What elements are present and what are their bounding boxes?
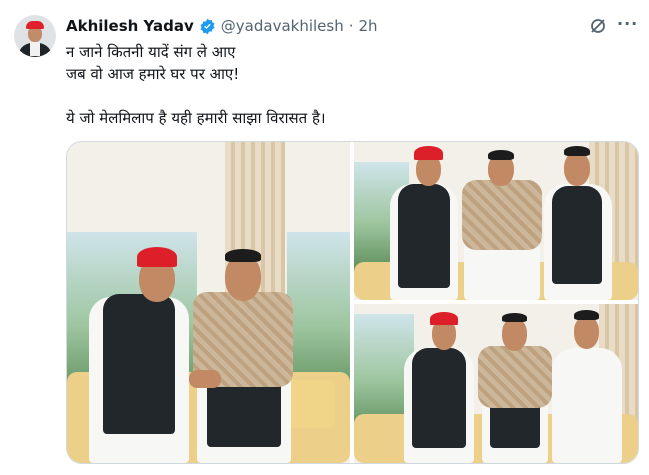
author-name[interactable]: Akhilesh Yadav (66, 17, 194, 35)
tweet-text-line-2: जब वो आज हमारे घर पर आए! (66, 65, 240, 83)
handshake (189, 370, 221, 388)
verified-badge-icon (199, 18, 216, 35)
photo-3[interactable] (354, 304, 638, 463)
tweet-text-line-3: ये जो मेलमिलाप है यही हमारी साझा विरासत … (66, 109, 326, 127)
grok-icon[interactable] (590, 18, 606, 34)
photo-2[interactable] (354, 142, 638, 300)
avatar-cap (26, 21, 44, 29)
more-options-icon[interactable]: ··· (617, 14, 638, 33)
cushion (285, 380, 335, 428)
tweet-text-line-1: न जाने कितनी यादें संग ले आए (66, 43, 236, 61)
author-handle[interactable]: @yadavakhilesh (221, 17, 344, 35)
media-grid (66, 141, 639, 464)
author-avatar[interactable] (14, 15, 56, 57)
tweet-header: Akhilesh Yadav @yadavakhilesh · 2h (66, 16, 378, 36)
avatar-collar (30, 42, 40, 56)
photo-1[interactable] (67, 142, 350, 463)
header-separator: · (348, 17, 354, 35)
tweet-timestamp[interactable]: 2h (359, 17, 378, 35)
